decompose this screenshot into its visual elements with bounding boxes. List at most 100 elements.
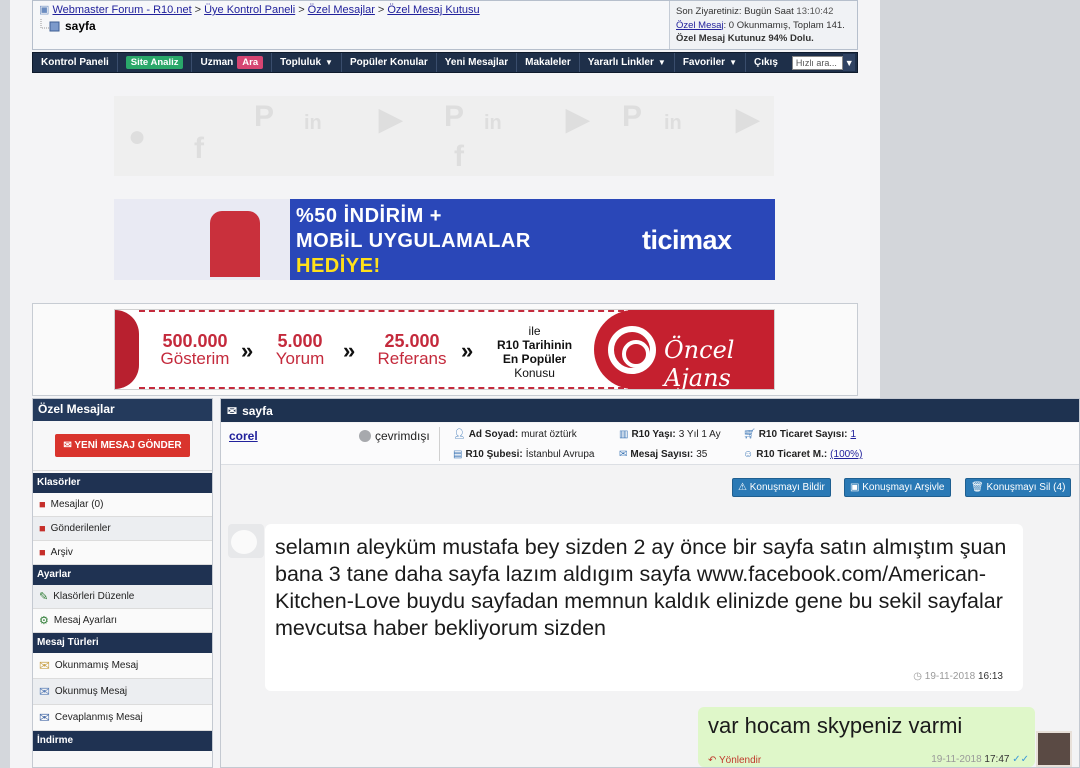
folder-icon: ■ bbox=[39, 498, 46, 511]
breadcrumb-link-inbox[interactable]: Özel Mesaj Kutusu bbox=[387, 4, 479, 16]
sidebar-item-unread[interactable]: ✉ Okunmamış Mesaj bbox=[33, 653, 212, 679]
envelope-unread-icon: ✉ bbox=[39, 657, 50, 673]
pinterest-icon: P bbox=[444, 100, 465, 133]
linkedin-icon: in bbox=[664, 112, 682, 134]
archive-conversation-button[interactable]: ▣ Konuşmayı Arşivle bbox=[844, 478, 951, 497]
status-dot-icon bbox=[359, 430, 371, 442]
clock-icon: ◷ bbox=[913, 671, 925, 682]
sidebar-item-message-settings[interactable]: ⚙ Mesaj Ayarları bbox=[33, 609, 212, 633]
field-branch: ▤ R10 Şubesi: İstanbul Avrupa bbox=[453, 449, 595, 460]
page-right-column bbox=[880, 0, 1080, 400]
facebook-icon: f bbox=[194, 132, 204, 165]
sidebar-section-folders: Klasörler bbox=[33, 473, 212, 493]
message-bubble-received: selamın aleyküm mustafa bey sizden 2 ay … bbox=[265, 524, 1023, 691]
oncel-logo: Öncel Ajans bbox=[664, 336, 735, 390]
ad-social-banner[interactable]: ● f P in ▶ P in f ▶ P in ▶ bbox=[114, 96, 774, 176]
double-chevron-icon: » bbox=[241, 338, 254, 363]
sidebar-title: Özel Mesajlar bbox=[33, 399, 212, 421]
user-profile-link[interactable]: corel bbox=[229, 429, 258, 443]
ad-stat: 5.000 Yorum bbox=[275, 331, 325, 368]
nav-topluluk[interactable]: Topluluk ▼ bbox=[272, 53, 342, 72]
sidebar-item-replied[interactable]: ✉ Cevaplanmış Mesaj bbox=[33, 705, 212, 731]
archive-icon: ▣ bbox=[850, 482, 863, 493]
ad-oncel-banner[interactable]: 500.000 Gösterim » 5.000 Yorum » 25.000 … bbox=[114, 309, 775, 390]
nav-favorites[interactable]: Favoriler ▼ bbox=[675, 53, 746, 72]
message-text: var hocam skypeniz varmi bbox=[708, 713, 963, 738]
breadcrumb: ▣ Webmaster Forum - R10.net > Üye Kontrol … bbox=[39, 4, 480, 16]
user-icon: 👤︎ bbox=[453, 429, 466, 440]
caret-down-icon: ▼ bbox=[729, 58, 737, 67]
envelope-read-icon: ✉ bbox=[39, 683, 50, 699]
nav-ara-badge[interactable]: Ara bbox=[237, 56, 264, 69]
envelope-replied-icon: ✉ bbox=[39, 709, 50, 725]
building-icon: ▤ bbox=[453, 449, 463, 460]
avatar[interactable] bbox=[1036, 731, 1072, 767]
sidebar-item-sent[interactable]: ■ Gönderilenler bbox=[33, 517, 212, 541]
breadcrumb-link-pm[interactable]: Özel Mesajlar bbox=[308, 4, 375, 16]
sidebar-section-download: İndirme bbox=[33, 731, 212, 751]
reply-arrow-icon: ↶ bbox=[708, 755, 719, 766]
user-info-box: Son Ziyaretiniz: Bugün Saat 13:10:42 Öze… bbox=[669, 1, 857, 49]
field-name: 👤︎ Ad Soyad: murat öztürk bbox=[453, 429, 577, 440]
nav-uzman[interactable]: Uzman Ara bbox=[192, 53, 273, 72]
smile-icon: ☺ bbox=[743, 449, 754, 460]
field-trade-count: 🛒︎ R10 Ticaret Sayısı: 1 bbox=[743, 429, 857, 440]
trash-icon: 🗑︎ bbox=[971, 482, 987, 493]
facebook-icon: f bbox=[454, 140, 464, 173]
breadcrumb-link-home[interactable]: Webmaster Forum - R10.net bbox=[52, 4, 191, 16]
sidebar-section-types: Mesaj Türleri bbox=[33, 633, 212, 653]
pinterest-icon: P bbox=[622, 100, 643, 133]
breadcrumb-link-ucp[interactable]: Üye Kontrol Paneli bbox=[204, 4, 295, 16]
message-timestamp: 19-11-2018 17:47 ✓✓ bbox=[931, 754, 1029, 765]
chart-icon: ▥ bbox=[619, 429, 629, 440]
folder-icon: ■ bbox=[39, 522, 46, 535]
conversation-title: ✉ sayfa bbox=[221, 399, 1079, 422]
caret-down-icon: ▼ bbox=[325, 58, 333, 67]
cart-icon: 🛒︎ bbox=[743, 429, 756, 440]
nav-control-panel[interactable]: Kontrol Paneli bbox=[33, 53, 118, 72]
field-msg-count: ✉ Mesaj Sayısı: 35 bbox=[619, 449, 708, 460]
ad-ticimax-banner[interactable]: %50 İNDİRİM + MOBİL UYGULAMALAR HEDİYE! … bbox=[114, 199, 775, 280]
avatar[interactable] bbox=[228, 524, 264, 558]
field-age: ▥ R10 Yaşı: 3 Yıl 1 Ay bbox=[619, 429, 721, 440]
ad-center-text: ile R10 Tarihinin En Popüler Konusu bbox=[497, 324, 573, 380]
ticimax-logo: ticimax bbox=[642, 225, 732, 255]
sidebar-item-archive[interactable]: ■ Arşiv bbox=[33, 541, 212, 565]
sidebar-item-messages[interactable]: ■ Mesajlar (0) bbox=[33, 493, 212, 517]
sidebar-section-settings: Ayarlar bbox=[33, 565, 212, 585]
linkedin-icon: in bbox=[304, 112, 322, 134]
delete-conversation-button[interactable]: 🗑︎ Konuşmayı Sil (4) bbox=[965, 478, 1072, 497]
folder-icon: ▣ bbox=[39, 4, 50, 16]
twitter-icon: ● bbox=[128, 120, 147, 153]
conversation-panel: ✉ sayfa corel çevrimdışı 👤︎ Ad Soyad: mura… bbox=[220, 398, 1080, 768]
pm-link[interactable]: Özel Mesaj bbox=[676, 20, 724, 31]
nav-new-posts[interactable]: Yeni Mesajlar bbox=[437, 53, 518, 72]
youtube-icon: ▶ bbox=[566, 103, 590, 136]
nav-popular[interactable]: Popüler Konular bbox=[342, 53, 437, 72]
inbox-full-notice: Özel Mesaj Kutunuz 94% Dolu. bbox=[676, 33, 814, 44]
nav-useful-links[interactable]: Yararlı Linkler ▼ bbox=[580, 53, 675, 72]
double-chevron-icon: » bbox=[461, 338, 474, 363]
pm-sidebar: Özel Mesajlar ✉ YENİ MESAJ GÖNDER Klasör… bbox=[32, 398, 213, 768]
read-check-icon: ✓✓ bbox=[1012, 754, 1029, 765]
target-logo-icon bbox=[608, 326, 656, 374]
message-timestamp: ◷ 19-11-2018 16:13 bbox=[913, 671, 1003, 682]
youtube-icon: ▶ bbox=[736, 103, 760, 136]
nav-logout[interactable]: Çıkış bbox=[746, 53, 786, 72]
online-status: çevrimdışı bbox=[359, 429, 430, 443]
forward-link[interactable]: ↶ Yönlendir bbox=[708, 755, 761, 766]
youtube-icon: ▶ bbox=[379, 103, 403, 136]
sidebar-item-read[interactable]: ✉ Okunmuş Mesaj bbox=[33, 679, 212, 705]
pinterest-icon: P bbox=[254, 100, 275, 133]
quick-search-input[interactable]: Hızlı ara... bbox=[791, 55, 844, 70]
caret-down-icon: ▼ bbox=[657, 58, 666, 67]
warning-icon: ⚠ bbox=[738, 482, 750, 493]
new-message-button[interactable]: ✉ YENİ MESAJ GÖNDER bbox=[55, 434, 190, 457]
message-bubble-sent: var hocam skypeniz varmi ↶ Yönlendir 19-… bbox=[698, 707, 1035, 767]
field-trade-rating: ☺ R10 Ticaret M.: (100%) bbox=[743, 449, 863, 460]
nav-site-analiz[interactable]: Site Analiz bbox=[118, 53, 193, 72]
report-conversation-button[interactable]: ⚠ Konuşmayı Bildir bbox=[732, 478, 831, 497]
nav-articles[interactable]: Makaleler bbox=[517, 53, 580, 72]
chevron-down-icon[interactable]: ▼ bbox=[843, 54, 855, 71]
sidebar-item-edit-folders[interactable]: ✎ Klasörleri Düzenle bbox=[33, 585, 212, 609]
